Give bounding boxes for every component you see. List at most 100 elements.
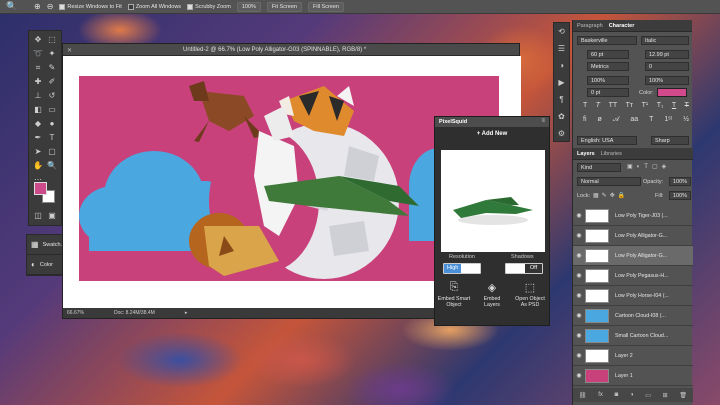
old-style-icon[interactable]: ø <box>597 116 601 124</box>
zoom-100-button[interactable]: 100% <box>236 1 261 12</box>
blend-mode-select[interactable]: Normal <box>577 177 641 186</box>
scrubby-zoom-checkbox[interactable]: Scrubby Zoom <box>187 3 231 10</box>
small-caps-icon[interactable]: Tт <box>626 102 633 109</box>
document-titlebar[interactable]: ✕ Untitled-2 @ 66.7% (Low Poly Alligator… <box>63 44 519 56</box>
visibility-eye-icon[interactable]: ◉ <box>573 232 585 239</box>
visibility-eye-icon[interactable]: ◉ <box>573 372 585 379</box>
marquee-tool-icon[interactable]: ⬚ <box>47 35 57 45</box>
magic-wand-icon[interactable]: ✦ <box>47 49 57 59</box>
layer-name[interactable]: Layer 2 <box>615 353 633 359</box>
properties-icon[interactable]: ☰ <box>554 40 569 57</box>
visibility-eye-icon[interactable]: ◉ <box>573 212 585 219</box>
embed-layers-button[interactable]: ◈ Embed Layers <box>475 281 509 308</box>
font-size-field[interactable]: 60 pt <box>587 50 629 59</box>
tab-layers[interactable]: Layers <box>577 151 595 157</box>
resolution-toggle[interactable]: High <box>443 263 481 274</box>
fill-screen-button[interactable]: Fill Screen <box>307 1 344 12</box>
add-new-button[interactable]: + Add New <box>435 127 549 141</box>
paragraph-icon[interactable]: ¶ <box>554 91 569 108</box>
crop-tool-icon[interactable]: ⌗ <box>33 63 43 73</box>
status-arrow-icon[interactable]: ▸ <box>185 310 188 316</box>
layer-row[interactable]: ◉ Low Poly Horse-I04 (... <box>573 286 693 306</box>
opacity-field[interactable]: 100% <box>669 177 691 186</box>
visibility-eye-icon[interactable]: ◉ <box>573 292 585 299</box>
quick-mask-icon[interactable]: ◫ <box>33 211 43 221</box>
faux-bold-icon[interactable]: T <box>583 102 587 109</box>
lasso-tool-icon[interactable]: ➰ <box>33 49 43 59</box>
dodge-tool-icon[interactable]: ● <box>47 119 57 129</box>
zoom-all-checkbox[interactable]: Zoom All Windows <box>127 3 181 10</box>
pixelsquid-title[interactable]: PixelSquid <box>435 117 549 127</box>
text-color-swatch[interactable] <box>657 88 687 97</box>
zoom-tool-side-icon[interactable]: 🔍 <box>47 161 57 171</box>
layer-row[interactable]: ◉ Layer 1 <box>573 366 693 386</box>
zoom-tool-icon[interactable]: 🔍 <box>6 1 17 12</box>
layer-row[interactable]: ◉ Cartoon Cloud-I08 (... <box>573 306 693 326</box>
zoom-level[interactable]: 66.67% <box>67 310 84 316</box>
layer-name[interactable]: Layer 1 <box>615 373 633 379</box>
layer-row[interactable]: ◉ Layer 2 <box>573 346 693 366</box>
kerning-field[interactable]: Metrics <box>587 62 629 71</box>
eyedropper-icon[interactable]: ✎ <box>47 63 57 73</box>
leading-field[interactable]: 12.99 pt <box>645 50 689 59</box>
stamp-tool-icon[interactable]: ⊥ <box>33 91 43 101</box>
baseline-shift-field[interactable]: 0 pt <box>587 88 629 97</box>
add-mask-icon[interactable]: ◙ <box>615 392 619 398</box>
foreground-color-swatch[interactable] <box>34 182 47 195</box>
embed-smart-object-button[interactable]: ⎘ Embed Smart Object <box>437 281 471 308</box>
new-group-icon[interactable]: ▭ <box>645 392 651 399</box>
brush-tool-icon[interactable]: ✐ <box>47 77 57 87</box>
delete-layer-icon[interactable]: 🗑 <box>679 392 687 399</box>
fit-screen-button[interactable]: Fit Screen <box>266 1 302 12</box>
close-document-icon[interactable]: ✕ <box>67 47 72 54</box>
tab-paragraph[interactable]: Paragraph <box>577 23 603 29</box>
layer-name[interactable]: Low Poly Horse-I04 (... <box>615 293 669 299</box>
strikethrough-icon[interactable]: T <box>685 102 689 109</box>
zoom-out-icon[interactable]: ⊖ <box>47 2 54 11</box>
layer-row-selected[interactable]: ◉ Low Poly Alligator-G... <box>573 246 693 266</box>
pen-tool-icon[interactable]: ✒ <box>33 133 43 143</box>
vertical-scale-field[interactable]: 100% <box>587 76 629 85</box>
ligature-icon[interactable]: fi <box>583 116 587 124</box>
open-as-psd-button[interactable]: ⬚ Open Object As PSD <box>513 281 547 308</box>
adjustments-icon[interactable]: ◑ <box>554 57 569 74</box>
brush-settings-icon[interactable]: ✿ <box>554 108 569 125</box>
layer-row[interactable]: ◉ Low Poly Alligator-G... <box>573 226 693 246</box>
link-layers-icon[interactable]: ⛓ <box>579 392 587 399</box>
layer-name[interactable]: Low Poly Pegasus-H... <box>615 273 669 279</box>
visibility-eye-icon[interactable]: ◉ <box>573 352 585 359</box>
path-selection-icon[interactable]: ➤ <box>33 147 43 157</box>
layer-name[interactable]: Low Poly Alligator-G... <box>615 233 667 239</box>
faux-italic-icon[interactable]: T <box>596 102 600 109</box>
visibility-eye-icon[interactable]: ◉ <box>573 312 585 319</box>
shape-tool-icon[interactable]: ▢ <box>47 147 57 157</box>
layer-name[interactable]: Small Cartoon Cloud... <box>615 333 668 339</box>
screen-mode-icon[interactable]: ▣ <box>47 211 57 221</box>
font-style-select[interactable]: Italic <box>641 36 689 45</box>
stylistic-icon[interactable]: aa <box>630 116 638 124</box>
settings-gear-icon[interactable]: ⚙ <box>554 125 569 142</box>
shadows-toggle[interactable]: Off <box>505 263 543 274</box>
actions-icon[interactable]: ▶ <box>554 74 569 91</box>
blur-tool-icon[interactable]: ◆ <box>33 119 43 129</box>
tracking-field[interactable]: 0 <box>645 62 689 71</box>
shadows-off-option[interactable]: Off <box>525 264 542 273</box>
visibility-eye-icon[interactable]: ◉ <box>573 272 585 279</box>
titling-icon[interactable]: T <box>649 116 653 124</box>
adjustment-layer-icon[interactable]: ◑ <box>630 392 634 398</box>
anti-alias-select[interactable]: Sharp <box>651 136 689 145</box>
history-brush-icon[interactable]: ↺ <box>47 91 57 101</box>
layer-name[interactable]: Low Poly Alligator-G... <box>615 253 667 259</box>
lock-icons[interactable]: ▦✎✥🔒 <box>593 192 628 199</box>
new-layer-icon[interactable]: ⊞ <box>663 392 668 399</box>
ordinal-icon[interactable]: 1ˢᵗ <box>664 116 672 124</box>
history-icon[interactable]: ⟲ <box>554 23 569 40</box>
layer-row[interactable]: ◉ Low Poly Pegasus-H... <box>573 266 693 286</box>
layer-name[interactable]: Cartoon Cloud-I08 (... <box>615 313 666 319</box>
all-caps-icon[interactable]: TT <box>609 102 618 109</box>
resolution-high-option[interactable]: High <box>444 264 461 273</box>
move-tool-icon[interactable]: ✥ <box>33 35 43 45</box>
subscript-icon[interactable]: T₁ <box>657 102 664 109</box>
hand-tool-icon[interactable]: ✋ <box>33 161 43 171</box>
eraser-tool-icon[interactable]: ◧ <box>33 105 43 115</box>
